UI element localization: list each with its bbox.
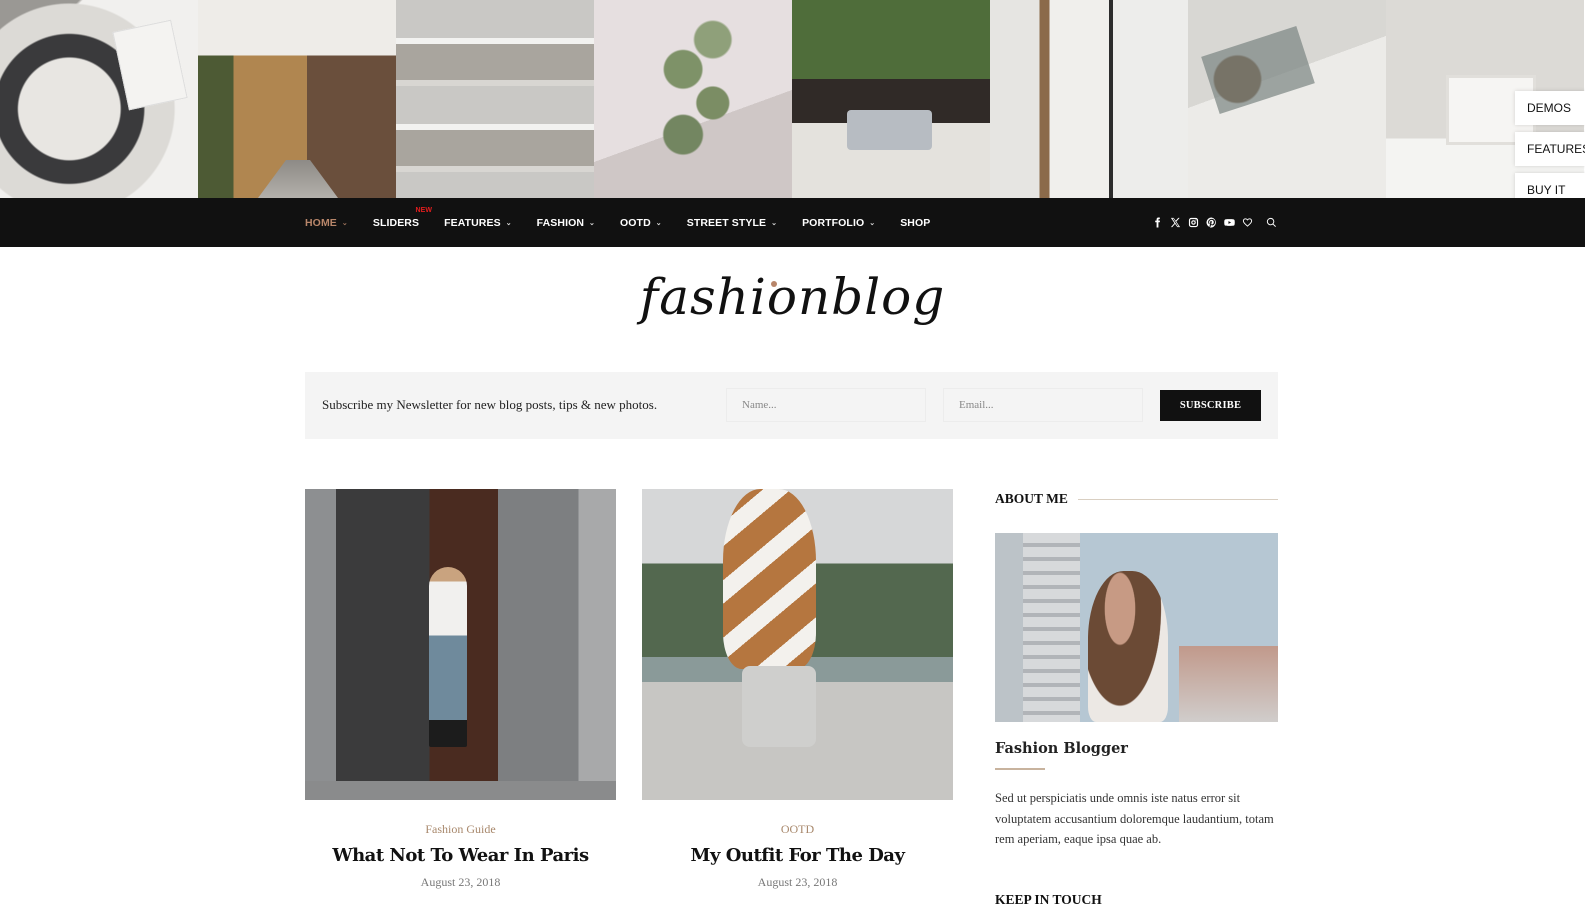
sidebar: ABOUT ME Fashion Blogger Sed ut perspici… xyxy=(995,489,1278,850)
nav-item-shop[interactable]: SHOP xyxy=(900,217,930,229)
subscribe-button[interactable]: SUBSCRIBE xyxy=(1160,390,1261,421)
instagram-photo-london-mews[interactable] xyxy=(198,0,396,198)
pinterest-icon[interactable] xyxy=(1202,214,1220,232)
about-name: Fashion Blogger xyxy=(995,740,1128,757)
social-icons xyxy=(1148,198,1280,247)
chevron-down-icon: ⌄ xyxy=(589,219,596,227)
nav-item-label: OOTD xyxy=(620,216,651,229)
x-twitter-icon[interactable] xyxy=(1166,214,1184,232)
instagram-photo-coffee-tray[interactable] xyxy=(0,0,198,198)
nav-item-home[interactable]: HOME ⌄ xyxy=(305,217,348,229)
main-navbar: HOME ⌄ SLIDERS NEW FEATURES ⌄ FASHION ⌄ … xyxy=(0,198,1585,247)
search-icon[interactable] xyxy=(1262,214,1280,232)
post-category[interactable]: OOTD xyxy=(642,822,953,837)
about-me-photo xyxy=(995,533,1278,722)
nav-item-fashion[interactable]: FASHION ⌄ xyxy=(537,217,595,229)
floating-side-buttons: DEMOS FEATURES BUY IT xyxy=(1515,91,1585,214)
nav-item-label: FEATURES xyxy=(444,216,501,229)
post-thumbnail-paris[interactable] xyxy=(305,489,616,800)
instagram-photo-lint-roller[interactable] xyxy=(1188,0,1386,198)
post-card: OOTD My Outfit For The Day August 23, 20… xyxy=(642,489,953,890)
nav-item-label: HOME xyxy=(305,216,337,229)
instagram-strip xyxy=(0,0,1585,198)
instagram-photo-bookshelf[interactable] xyxy=(396,0,594,198)
post-title[interactable]: What Not To Wear In Paris xyxy=(305,845,616,866)
nav-item-features[interactable]: FEATURES ⌄ xyxy=(444,217,512,229)
logo-accent-dot xyxy=(771,281,777,287)
newsletter-bar: Subscribe my Newsletter for new blog pos… xyxy=(305,372,1278,439)
post-category[interactable]: Fashion Guide xyxy=(305,822,616,837)
instagram-photo-garden-patio[interactable] xyxy=(792,0,990,198)
new-badge: NEW xyxy=(415,206,433,214)
demos-button[interactable]: DEMOS xyxy=(1515,91,1585,125)
about-widget-title: ABOUT ME xyxy=(995,491,1068,506)
about-divider xyxy=(995,768,1045,770)
post-thumbnail-outfit[interactable] xyxy=(642,489,953,800)
post-card: Fashion Guide What Not To Wear In Paris … xyxy=(305,489,616,890)
post-date: August 23, 2018 xyxy=(420,875,501,889)
heading-divider xyxy=(1077,498,1278,500)
heart-icon[interactable] xyxy=(1238,214,1256,232)
features-button[interactable]: FEATURES xyxy=(1515,132,1585,166)
chevron-down-icon: ⌄ xyxy=(505,219,512,227)
nav-item-label: SLIDERS xyxy=(372,216,420,229)
about-widget-header: ABOUT ME xyxy=(995,489,1278,509)
post-title[interactable]: My Outfit For The Day xyxy=(642,845,953,866)
about-text: Sed ut perspiciatis unde omnis iste natu… xyxy=(995,791,1274,846)
nav-menu: HOME ⌄ SLIDERS NEW FEATURES ⌄ FASHION ⌄ … xyxy=(305,198,955,247)
newsletter-email-input[interactable] xyxy=(943,388,1143,422)
nav-item-label: FASHION xyxy=(536,216,585,229)
newsletter-text: Subscribe my Newsletter for new blog pos… xyxy=(322,397,658,412)
youtube-icon[interactable] xyxy=(1220,214,1238,232)
about-photo-background xyxy=(1178,646,1278,722)
nav-item-label: SHOP xyxy=(900,216,931,229)
instagram-photo-hallway-stairs[interactable] xyxy=(990,0,1188,198)
instagram-photo-paint-swatches[interactable] xyxy=(594,0,792,198)
nav-item-sliders[interactable]: SLIDERS NEW xyxy=(372,207,432,229)
site-logo[interactable]: fashionblog xyxy=(0,268,1585,326)
nav-item-label: STREET STYLE xyxy=(686,216,767,229)
chevron-down-icon: ⌄ xyxy=(869,219,876,227)
chevron-down-icon: ⌄ xyxy=(341,219,348,227)
nav-item-street-style[interactable]: STREET STYLE ⌄ xyxy=(687,217,777,229)
nav-item-ootd[interactable]: OOTD ⌄ xyxy=(620,217,662,229)
instagram-icon[interactable] xyxy=(1184,214,1202,232)
chevron-down-icon: ⌄ xyxy=(771,219,778,227)
nav-item-portfolio[interactable]: PORTFOLIO ⌄ xyxy=(802,217,875,229)
newsletter-name-input[interactable] xyxy=(726,388,926,422)
post-date: August 23, 2018 xyxy=(757,875,838,889)
keep-in-touch-title: KEEP IN TOUCH xyxy=(995,892,1102,907)
facebook-icon[interactable] xyxy=(1148,214,1166,232)
nav-item-label: PORTFOLIO xyxy=(802,216,865,229)
chevron-down-icon: ⌄ xyxy=(655,219,662,227)
